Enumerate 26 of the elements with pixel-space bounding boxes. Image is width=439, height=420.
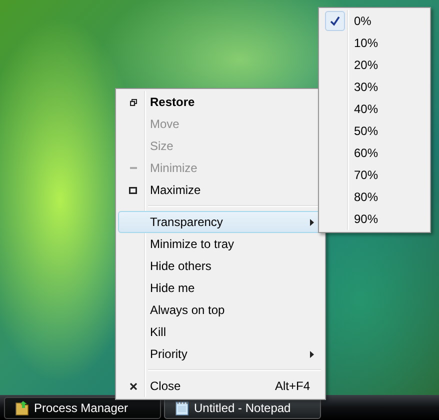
menu-item[interactable]: Always on top	[118, 299, 323, 321]
menu-item[interactable]: Hide me	[118, 277, 323, 299]
submenu-arrow-icon	[310, 350, 314, 358]
menu-item[interactable]: 90%	[321, 208, 428, 230]
menu-item[interactable]: Kill	[118, 321, 323, 343]
minimize-icon	[130, 167, 136, 169]
taskbar-button[interactable]: Process Manager	[4, 397, 161, 419]
notepad-icon	[175, 400, 189, 416]
menu-item[interactable]: 0%	[321, 10, 428, 32]
menu-item[interactable]: 70%	[321, 164, 428, 186]
menu-item[interactable]: 20%	[321, 54, 428, 76]
menu-item[interactable]: 80%	[321, 186, 428, 208]
menu-item[interactable]: 40%	[321, 98, 428, 120]
menu-item[interactable]: 50%	[321, 120, 428, 142]
menu-item[interactable]: 30%	[321, 76, 428, 98]
close-icon	[130, 382, 136, 390]
folder-icon	[15, 400, 29, 416]
menu-item[interactable]: Hide others	[118, 255, 323, 277]
maximize-icon	[129, 186, 137, 194]
menu-item[interactable]: Minimize to tray	[118, 233, 323, 255]
menu-item[interactable]: 60%	[321, 142, 428, 164]
restore-icon	[130, 98, 136, 106]
menu-item[interactable]: 10%	[321, 32, 428, 54]
submenu-arrow-icon	[310, 218, 314, 226]
menu-item[interactable]: Priority	[118, 343, 323, 365]
menu-item[interactable]: Close Alt+F4	[118, 375, 323, 397]
